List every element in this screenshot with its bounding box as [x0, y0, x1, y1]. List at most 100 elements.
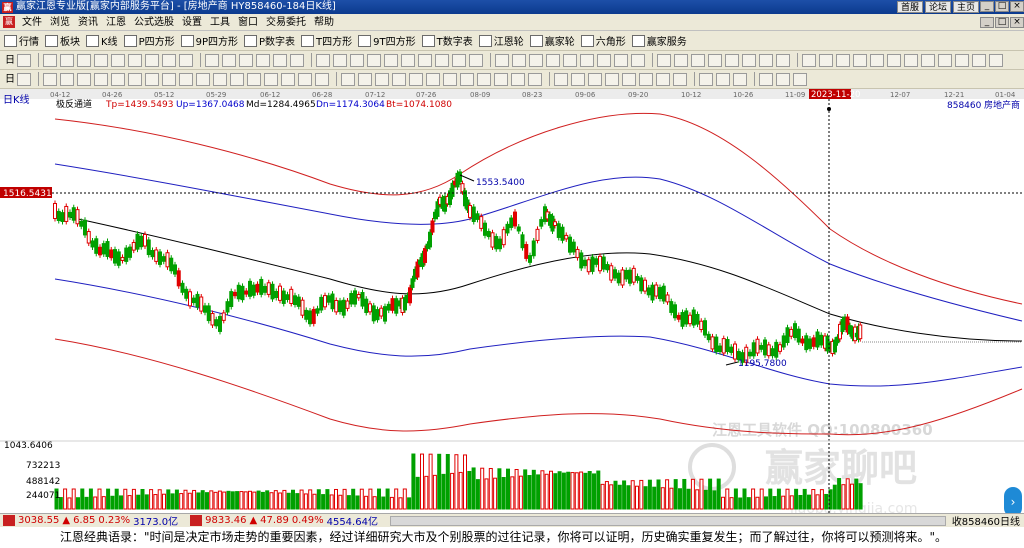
draw-tool-42-icon[interactable]	[759, 53, 773, 67]
indicator-tool-26-icon[interactable]	[460, 72, 474, 86]
indicator-tool-30-icon[interactable]	[528, 72, 542, 86]
indicator-tool-2-icon[interactable]	[43, 72, 57, 86]
draw-tool-14-icon[interactable]	[256, 53, 270, 67]
draw-tool-54-icon[interactable]	[972, 53, 986, 67]
link-forum[interactable]: 论坛	[924, 1, 951, 13]
indicator-tool-11-icon[interactable]	[196, 72, 210, 86]
draw-tool-37-icon[interactable]	[674, 53, 688, 67]
toolbar-hexagon-button[interactable]: 六角形	[580, 33, 626, 48]
draw-tool-13-icon[interactable]	[239, 53, 253, 67]
draw-tool-36-icon[interactable]	[657, 53, 671, 67]
indicator-tool-42-icon[interactable]	[759, 72, 773, 86]
indicator-tool-34-icon[interactable]	[605, 72, 619, 86]
indicator-tool-16-icon[interactable]	[281, 72, 295, 86]
indicator-tool-15-icon[interactable]	[264, 72, 278, 86]
kline-chart[interactable]: 04-12 04-26 05-12 05-29 06-12 06-28 07-12 07-26…	[0, 89, 1024, 517]
indicator-tool-33-icon[interactable]	[588, 72, 602, 86]
draw-tool-7-icon[interactable]	[128, 53, 142, 67]
draw-tool-55-icon[interactable]	[989, 53, 1003, 67]
draw-tool-53-icon[interactable]	[955, 53, 969, 67]
draw-tool-4-icon[interactable]	[77, 53, 91, 67]
indicator-tool-7-icon[interactable]	[128, 72, 142, 86]
toolbar-yingjia-wheel-button[interactable]: 赢家轮	[529, 33, 575, 48]
indicator-tool-31-icon[interactable]	[554, 72, 568, 86]
period-select[interactable]: 日	[3, 52, 17, 69]
toolbar-9p-square-button[interactable]: 9P四方形	[180, 33, 238, 48]
toolbar-quote-button[interactable]: 行情	[4, 33, 39, 48]
indicator-tool-3-icon[interactable]	[60, 72, 74, 86]
draw-tool-27-icon[interactable]	[495, 53, 509, 67]
toolbar-service-button[interactable]: 赢家服务	[631, 33, 687, 48]
menu-formula[interactable]: 公式选股	[130, 14, 178, 31]
draw-tool-20-icon[interactable]	[367, 53, 381, 67]
draw-tool-23-icon[interactable]	[418, 53, 432, 67]
indicator-tool-39-icon[interactable]	[699, 72, 713, 86]
indicator-tool-32-icon[interactable]	[571, 72, 585, 86]
draw-tool-40-icon[interactable]	[725, 53, 739, 67]
indicator-tool-13-icon[interactable]	[230, 72, 244, 86]
menu-help[interactable]: 帮助	[310, 14, 338, 31]
maximize-button[interactable]: □	[995, 1, 1009, 12]
indicator-tool-40-icon[interactable]	[716, 72, 730, 86]
draw-tool-2-icon[interactable]	[43, 53, 57, 67]
indicator-tool-29-icon[interactable]	[511, 72, 525, 86]
child-minimize-button[interactable]: _	[980, 16, 994, 28]
toolbar-p-square-button[interactable]: P四方形	[123, 33, 175, 48]
menu-window[interactable]: 窗口	[234, 14, 262, 31]
draw-tool-48-icon[interactable]	[870, 53, 884, 67]
child-close-button[interactable]: ×	[1010, 16, 1024, 28]
draw-tool-45-icon[interactable]	[819, 53, 833, 67]
minimize-button[interactable]: _	[980, 1, 994, 12]
link-shoufu[interactable]: 首服	[896, 1, 923, 13]
draw-tool-47-icon[interactable]	[853, 53, 867, 67]
draw-tool-35-icon[interactable]	[631, 53, 645, 67]
draw-tool-33-icon[interactable]	[597, 53, 611, 67]
draw-tool-17-icon[interactable]	[316, 53, 330, 67]
draw-tool-41-icon[interactable]	[742, 53, 756, 67]
menu-tools[interactable]: 工具	[206, 14, 234, 31]
indicator-tool-36-icon[interactable]	[639, 72, 653, 86]
indicator-tool-5-icon[interactable]	[94, 72, 108, 86]
indicator-tool-41-icon[interactable]	[733, 72, 747, 86]
indicator-tool-12-icon[interactable]	[213, 72, 227, 86]
indicator-tool-38-icon[interactable]	[673, 72, 687, 86]
draw-tool-51-icon[interactable]	[921, 53, 935, 67]
draw-tool-12-icon[interactable]	[222, 53, 236, 67]
draw-tool-8-icon[interactable]	[145, 53, 159, 67]
draw-tool-18-icon[interactable]	[333, 53, 347, 67]
draw-tool-24-icon[interactable]	[435, 53, 449, 67]
indicator-tool-35-icon[interactable]	[622, 72, 636, 86]
draw-tool-38-icon[interactable]	[691, 53, 705, 67]
indicator-tool-18-icon[interactable]	[315, 72, 329, 86]
draw-tool-39-icon[interactable]	[708, 53, 722, 67]
draw-tool-29-icon[interactable]	[529, 53, 543, 67]
indicator-tool-27-icon[interactable]	[477, 72, 491, 86]
draw-tool-11-icon[interactable]	[205, 53, 219, 67]
draw-tool-21-icon[interactable]	[384, 53, 398, 67]
indicator-tool-1-icon[interactable]	[17, 72, 31, 86]
draw-tool-5-icon[interactable]	[94, 53, 108, 67]
horizontal-scrollbar[interactable]	[389, 515, 946, 526]
draw-tool-1-icon[interactable]	[17, 53, 31, 67]
toolbar-gann-wheel-button[interactable]: 江恩轮	[478, 33, 524, 48]
indicator-tool-22-icon[interactable]	[392, 72, 406, 86]
indicator-tool-37-icon[interactable]	[656, 72, 670, 86]
indicator-tool-14-icon[interactable]	[247, 72, 261, 86]
toolbar-t-square-button[interactable]: T四方形	[301, 33, 352, 48]
indicator-tool-9-icon[interactable]	[162, 72, 176, 86]
draw-tool-25-icon[interactable]	[452, 53, 466, 67]
draw-tool-34-icon[interactable]	[614, 53, 628, 67]
draw-tool-22-icon[interactable]	[401, 53, 415, 67]
draw-tool-44-icon[interactable]	[802, 53, 816, 67]
draw-tool-50-icon[interactable]	[904, 53, 918, 67]
draw-tool-43-icon[interactable]	[776, 53, 790, 67]
menu-settings[interactable]: 设置	[178, 14, 206, 31]
indicator-tool-23-icon[interactable]	[409, 72, 423, 86]
draw-tool-10-icon[interactable]	[179, 53, 193, 67]
draw-tool-6-icon[interactable]	[111, 53, 125, 67]
indicator-tool-44-icon[interactable]	[793, 72, 807, 86]
draw-tool-9-icon[interactable]	[162, 53, 176, 67]
link-home[interactable]: 主页	[952, 1, 979, 13]
indicator-tool-8-icon[interactable]	[145, 72, 159, 86]
chart-svg[interactable]: 04-12 04-26 05-12 05-29 06-12 06-28 07-12 07-26…	[0, 89, 1024, 517]
